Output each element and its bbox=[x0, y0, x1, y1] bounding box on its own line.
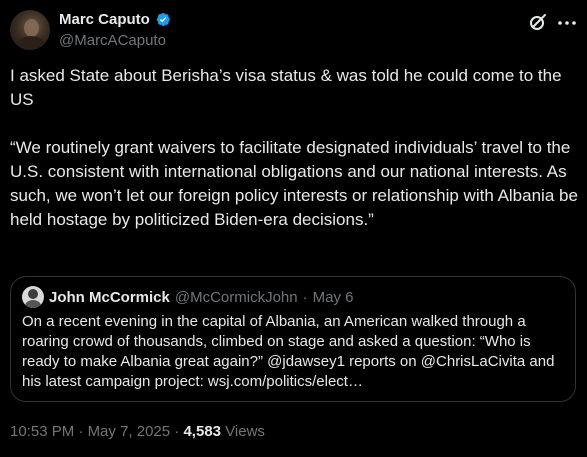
more-icon[interactable] bbox=[557, 13, 577, 33]
meta-separator: · bbox=[174, 423, 180, 440]
author-avatar[interactable] bbox=[10, 10, 50, 50]
verified-badge-icon bbox=[156, 13, 170, 26]
tweet-text: I asked State about Berisha’s visa statu… bbox=[10, 64, 578, 232]
quoted-tweet-text: On a recent evening in the capital of Al… bbox=[22, 313, 555, 390]
tweet-paragraph: I asked State about Berisha’s visa statu… bbox=[10, 66, 562, 109]
quoted-author-name: John McCormick bbox=[49, 288, 170, 306]
quoted-avatar-body bbox=[25, 300, 41, 308]
tweet-time[interactable]: 10:53 PM bbox=[10, 423, 74, 440]
quoted-author-avatar bbox=[22, 286, 44, 308]
meta-separator: · bbox=[78, 423, 84, 440]
quoted-avatar-head bbox=[28, 289, 38, 299]
tweet-date[interactable]: May 7, 2025 bbox=[88, 423, 171, 440]
quoted-date: May 6 bbox=[312, 288, 354, 306]
quoted-author-handle: @McCormickJohn bbox=[174, 288, 298, 306]
views-label: Views bbox=[225, 423, 265, 440]
author-name-row: Marc Caputo bbox=[59, 11, 171, 28]
grok-icon[interactable] bbox=[528, 12, 548, 32]
tweet: Marc Caputo @MarcACaputo I asked State a… bbox=[0, 0, 587, 457]
tweet-meta: 10:53 PM · May 7, 2025 · 4,583 Views bbox=[10, 423, 265, 440]
quoted-separator: · bbox=[302, 288, 308, 306]
avatar-face bbox=[24, 19, 39, 37]
quoted-tweet-header: John McCormick @McCormickJohn · May 6 bbox=[22, 286, 353, 308]
tweet-paragraph: “We routinely grant waivers to facilitat… bbox=[10, 138, 578, 229]
author-handle[interactable]: @MarcACaputo bbox=[59, 32, 166, 49]
quoted-tweet-card[interactable]: John McCormick @McCormickJohn · May 6 On… bbox=[10, 276, 576, 402]
avatar-body bbox=[16, 36, 46, 50]
author-display-name[interactable]: Marc Caputo bbox=[59, 11, 150, 28]
views-count: 4,583 bbox=[183, 423, 222, 440]
